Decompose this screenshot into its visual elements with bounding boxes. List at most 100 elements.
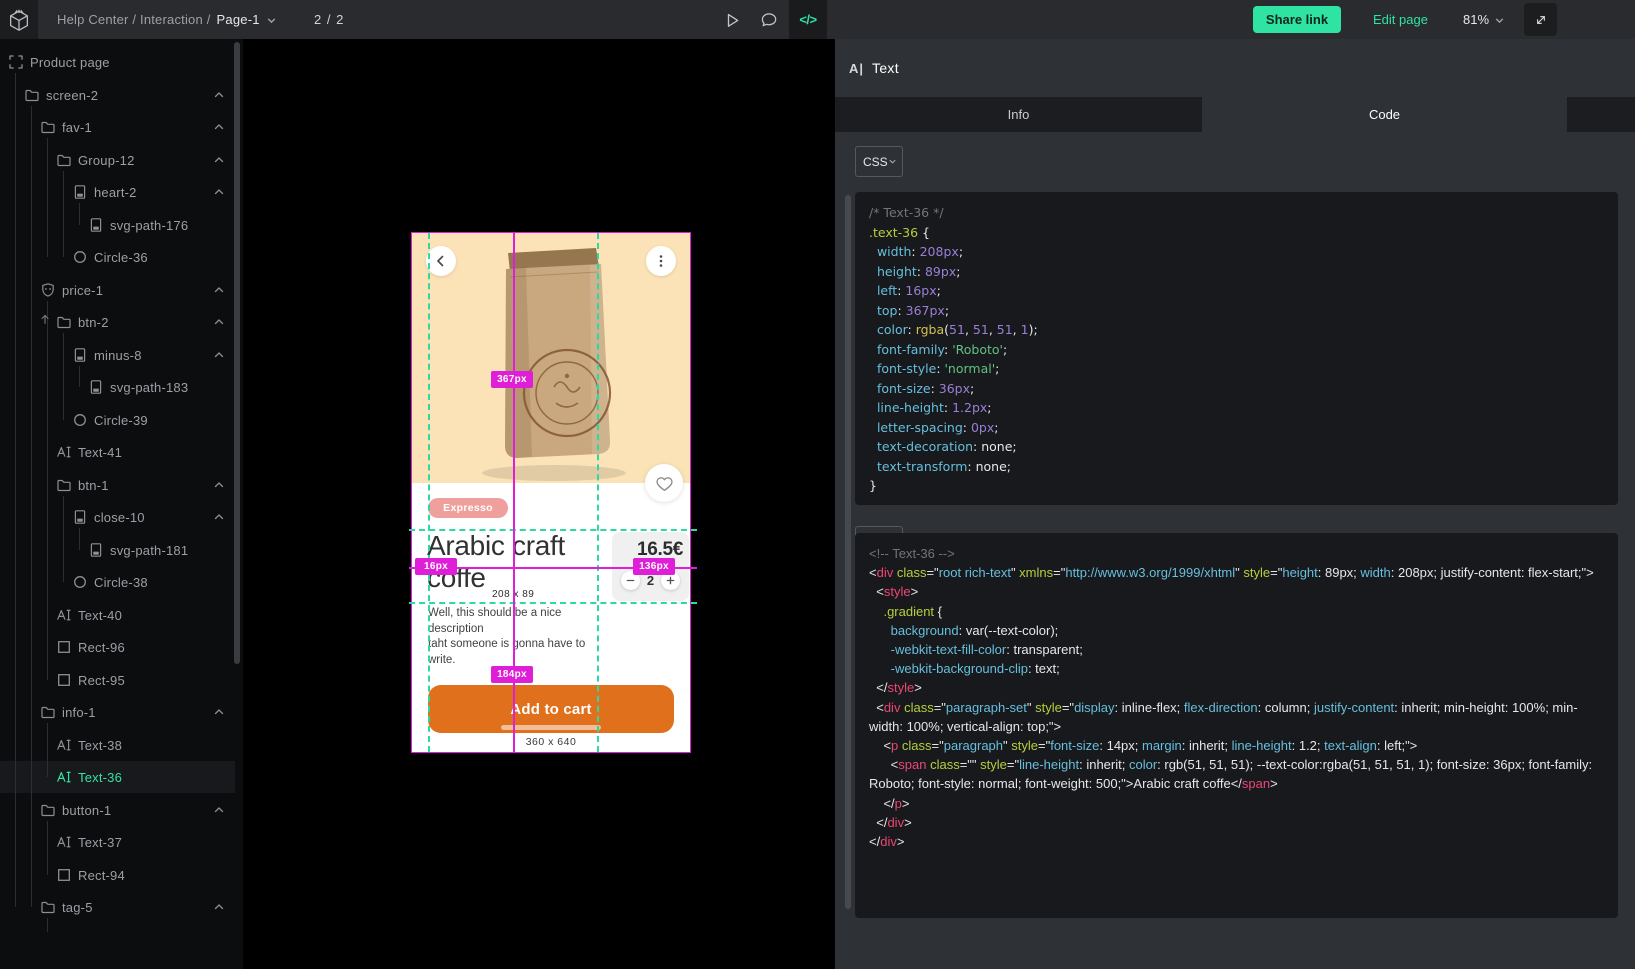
layer-row-Text-41[interactable]: Text-41: [0, 436, 235, 468]
layer-row-Text-37[interactable]: Text-37: [0, 826, 235, 858]
layer-row-price-1[interactable]: price-1: [0, 274, 235, 306]
layer-label: Text-41: [78, 445, 122, 460]
minus-icon: [626, 576, 635, 585]
panel-scrollbar[interactable]: [845, 195, 851, 909]
layer-row-svg-path-183[interactable]: svg-path-183: [0, 371, 235, 403]
chevron-up-icon[interactable]: [213, 706, 225, 718]
kebab-menu-icon: [654, 254, 668, 268]
code-line: <!-- Text-36 -->: [869, 544, 1604, 563]
layer-row-close-10[interactable]: close-10: [0, 501, 235, 533]
layer-row-Rect-96[interactable]: Rect-96: [0, 631, 235, 663]
chevron-up-icon[interactable]: [213, 316, 225, 328]
fullscreen-button[interactable]: [1524, 3, 1557, 36]
layer-row-tag-5[interactable]: tag-5: [0, 891, 235, 923]
css-dropdown-value: CSS: [863, 155, 888, 169]
chevron-up-icon[interactable]: [213, 284, 225, 296]
text-icon: [56, 769, 72, 785]
layer-row-svg-path-176[interactable]: svg-path-176: [0, 209, 235, 241]
comment-button[interactable]: [752, 0, 786, 39]
layer-row-btn-2[interactable]: btn-2: [0, 306, 235, 338]
layer-row-Circle-38[interactable]: Circle-38: [0, 566, 235, 598]
code-line: <style>: [869, 582, 1604, 601]
chevron-up-icon[interactable]: [213, 349, 225, 361]
layer-row-Text-36[interactable]: Text-36: [0, 761, 235, 793]
layer-row-Group-12[interactable]: Group-12: [0, 144, 235, 176]
indent-guide: [47, 918, 48, 932]
chevron-up-icon[interactable]: [213, 804, 225, 816]
indent-guide: [47, 821, 48, 875]
layer-row-screen-2[interactable]: screen-2: [0, 79, 235, 111]
tab-code[interactable]: Code: [1202, 97, 1567, 132]
layer-label: svg-path-183: [110, 380, 188, 395]
breadcrumb-current-page[interactable]: Page-1: [217, 12, 260, 27]
indent-guide: [63, 171, 64, 258]
layer-row-btn-1[interactable]: btn-1: [0, 469, 235, 501]
layer-row-Circle-36[interactable]: Circle-36: [0, 241, 235, 273]
layer-label: Circle-36: [94, 250, 148, 265]
layer-row-svg-path-181[interactable]: svg-path-181: [0, 534, 235, 566]
code-line: .text-36 {: [869, 223, 1604, 243]
indent-guide: [47, 301, 48, 680]
chevron-down-icon[interactable]: [266, 15, 277, 26]
inspector-tabs: Info Code: [835, 97, 1635, 132]
chevron-up-icon[interactable]: [213, 511, 225, 523]
chevron-up-icon[interactable]: [213, 186, 225, 198]
sidebar-scrollbar[interactable]: [234, 42, 240, 664]
circle-icon: [72, 574, 88, 590]
phone-frame[interactable]: Expresso Arabic craft coffe 208 x 89 16.…: [412, 233, 690, 752]
layer-row-minus-8[interactable]: minus-8: [0, 339, 235, 371]
code-line: line-height: 1.2px;: [869, 398, 1604, 418]
layer-row-Text-38[interactable]: Text-38: [0, 729, 235, 761]
back-button[interactable]: [426, 246, 456, 276]
play-icon: [721, 10, 741, 30]
breadcrumb-path: Help Center / Interaction /: [57, 12, 211, 27]
layer-row-heart-2[interactable]: heart-2: [0, 176, 235, 208]
layer-label: Text-37: [78, 835, 122, 850]
code-view-button[interactable]: </>: [789, 0, 827, 39]
layer-row-Text-40[interactable]: Text-40: [0, 599, 235, 631]
chevron-up-icon[interactable]: [213, 901, 225, 913]
css-code-block[interactable]: /* Text-36 */.text-36 { width: 208px; he…: [855, 192, 1618, 505]
menu-button[interactable]: [646, 246, 676, 276]
layer-label: Circle-39: [94, 413, 148, 428]
layer-row-Product page[interactable]: Product page: [0, 46, 235, 78]
layer-row-button-1[interactable]: button-1: [0, 794, 235, 826]
layer-row-Rect-95[interactable]: Rect-95: [0, 664, 235, 696]
top-bar: Help Center / Interaction / Page-1 2 / 2…: [0, 0, 1635, 39]
code-line: font-size: 36px;: [869, 379, 1604, 399]
breadcrumb[interactable]: Help Center / Interaction / Page-1: [57, 0, 277, 39]
indent-guide: [47, 723, 48, 777]
tab-info[interactable]: Info: [835, 97, 1202, 132]
folder-icon: [56, 152, 72, 168]
zoom-control[interactable]: 81%: [1463, 0, 1505, 39]
folder-icon: [56, 314, 72, 330]
layer-label: svg-path-176: [110, 218, 188, 233]
play-button[interactable]: [714, 0, 748, 39]
layer-row-Circle-39[interactable]: Circle-39: [0, 404, 235, 436]
chevron-up-icon[interactable]: [213, 154, 225, 166]
indent-guide: [63, 496, 64, 583]
share-link-button[interactable]: Share link: [1253, 6, 1341, 33]
layer-row-info-1[interactable]: info-1: [0, 696, 235, 728]
description-line-1: Well, this should be a nice description: [428, 606, 608, 637]
app-logo[interactable]: [0, 0, 38, 39]
design-canvas[interactable]: Expresso Arabic craft coffe 208 x 89 16.…: [243, 39, 835, 969]
layer-row-fav-1[interactable]: fav-1: [0, 111, 235, 143]
layer-label: Product page: [30, 55, 110, 70]
favorite-button[interactable]: [645, 464, 683, 502]
edit-page-link[interactable]: Edit page: [1373, 0, 1428, 39]
css-language-dropdown[interactable]: CSS: [855, 146, 903, 177]
layer-tree: Product page screen-2fav-1Group-12heart-2…: [0, 39, 235, 969]
chevron-up-icon[interactable]: [213, 89, 225, 101]
layer-label: minus-8: [94, 348, 142, 363]
code-line: background: var(--text-color);: [869, 621, 1604, 640]
product-image-area: [412, 233, 690, 483]
measure-badge-top: 367px: [491, 371, 533, 388]
text-icon: [56, 607, 72, 623]
chevron-up-icon[interactable]: [213, 479, 225, 491]
svg-code-block[interactable]: <!-- Text-36 --><div class="root rich-te…: [855, 533, 1618, 918]
heart-icon: [655, 474, 674, 493]
chevron-up-icon[interactable]: [213, 121, 225, 133]
code-line: -webkit-background-clip: text;: [869, 659, 1604, 678]
layer-row-Rect-94[interactable]: Rect-94: [0, 859, 235, 891]
